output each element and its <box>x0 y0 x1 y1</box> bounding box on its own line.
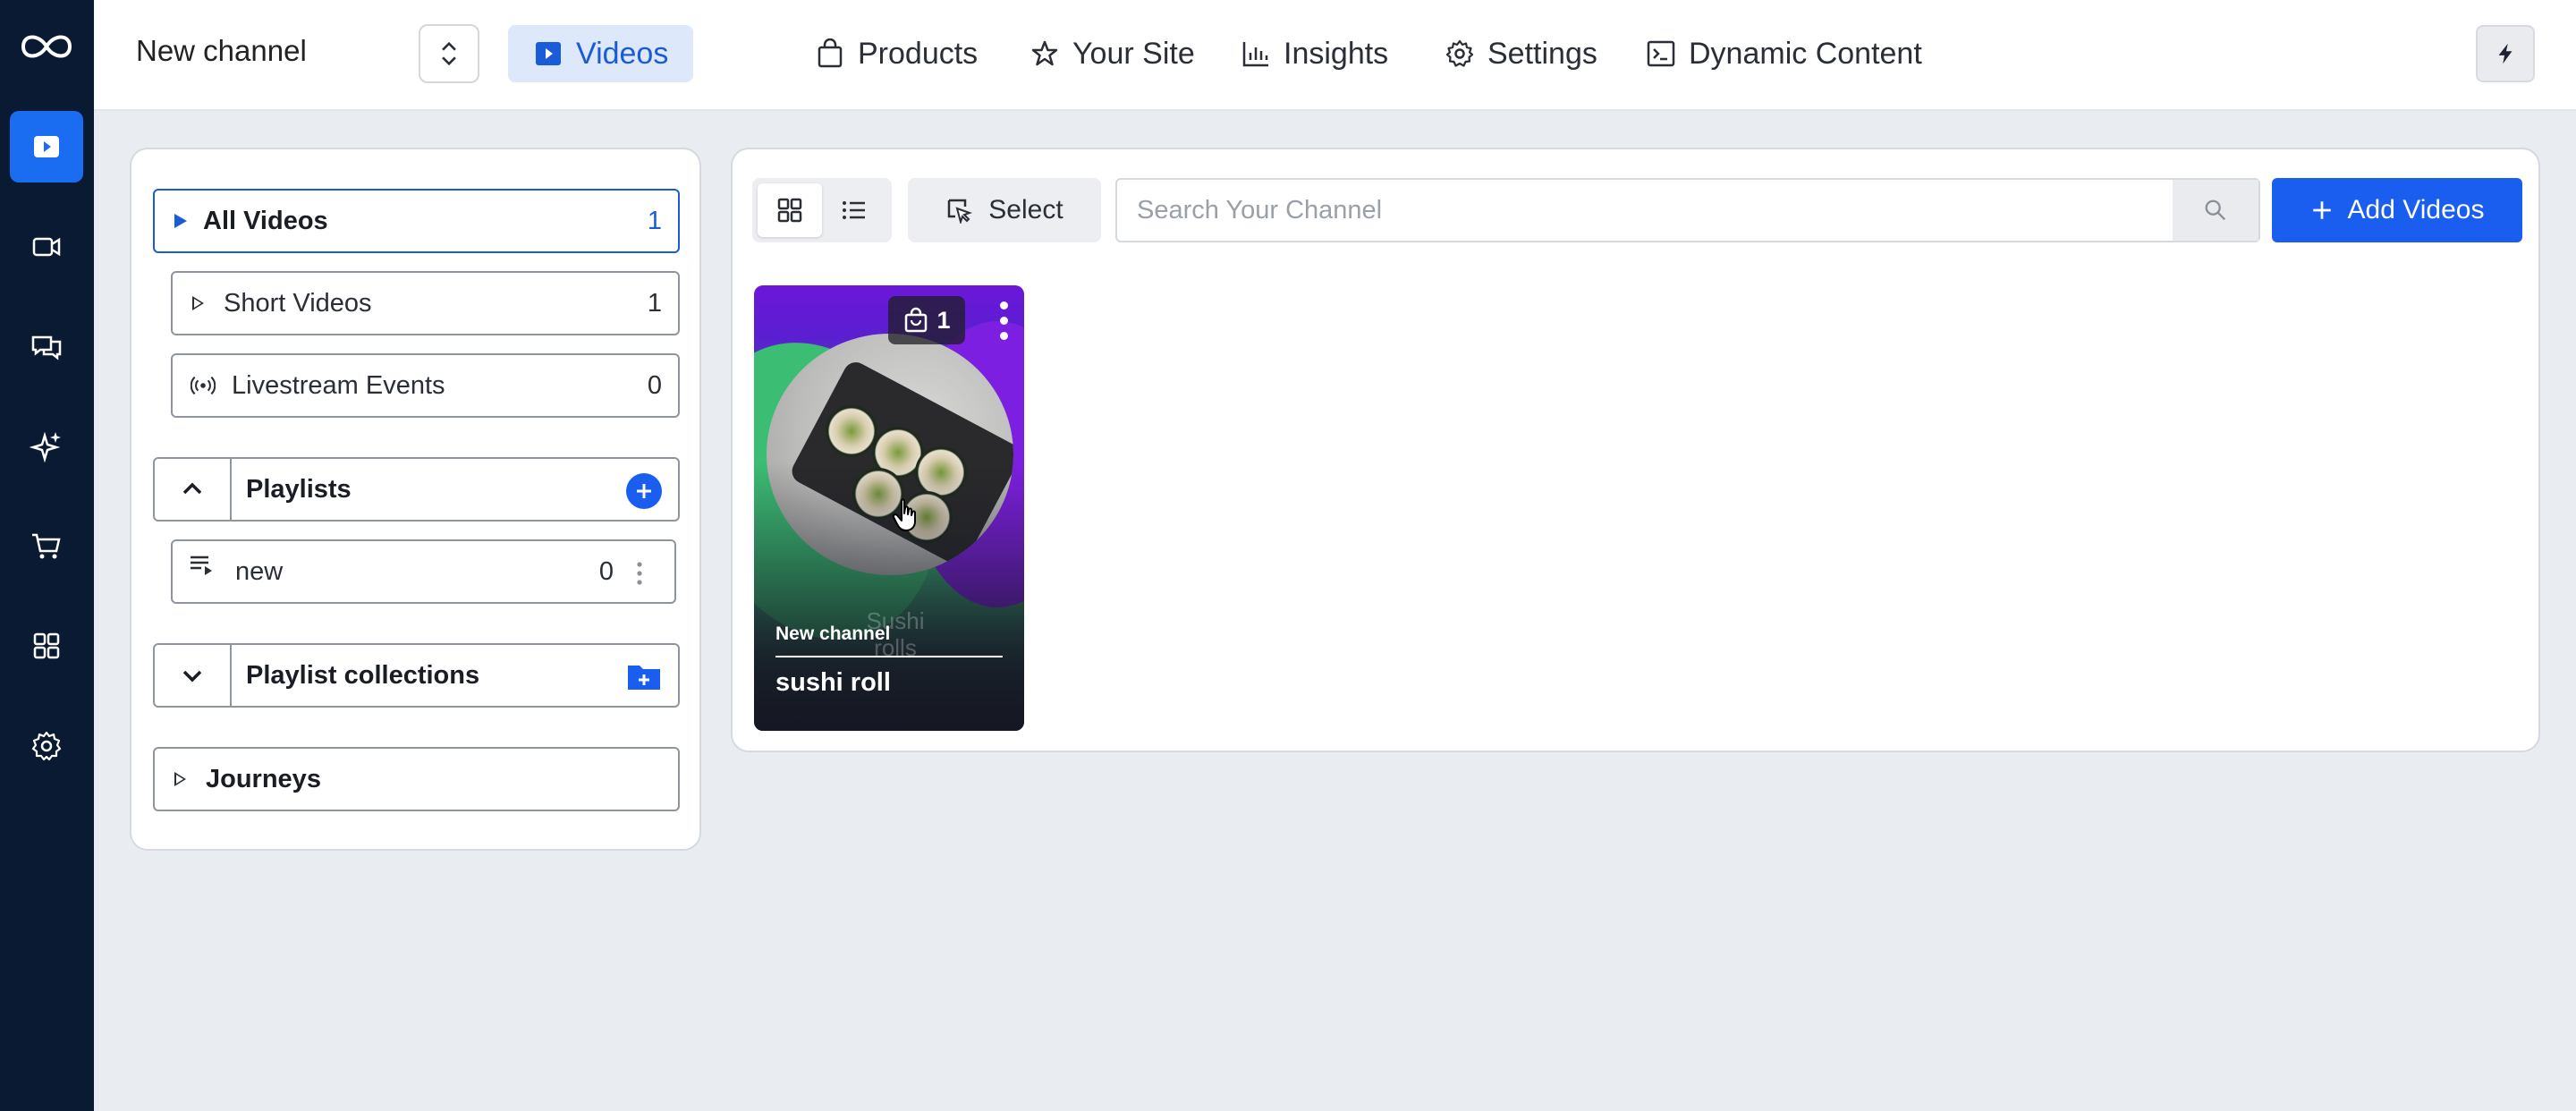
all-videos-count: 1 <box>647 206 662 235</box>
select-cursor-icon <box>948 199 973 224</box>
tab-videos[interactable]: Videos <box>508 25 694 82</box>
chat-bubbles-icon <box>31 335 62 360</box>
short-videos-count: 1 <box>647 288 662 318</box>
all-videos-item[interactable]: All Videos 1 <box>153 189 680 253</box>
rail-chat-button[interactable] <box>10 310 83 382</box>
products-badge[interactable]: 1 <box>888 296 965 344</box>
left-rail <box>0 0 94 1111</box>
channel-name: New channel <box>136 34 307 67</box>
terminal-icon <box>1647 40 1675 67</box>
rail-shop-button[interactable] <box>10 510 83 581</box>
expand-triangle-icon <box>174 214 187 228</box>
add-playlist-button[interactable] <box>626 473 662 509</box>
journeys-label: Journeys <box>206 764 321 793</box>
video-camera-icon <box>32 237 61 257</box>
rail-settings-button[interactable] <box>10 710 83 782</box>
select-button[interactable]: Select <box>908 178 1101 242</box>
apps-grid-icon <box>33 632 60 659</box>
videos-panel: Select Add Videos Sushi rolls 1 N <box>731 148 2540 752</box>
tab-videos-label: Videos <box>576 36 669 71</box>
search-icon <box>2205 199 2226 221</box>
top-bar: New channel Videos Products Your Site In… <box>94 0 2576 111</box>
playlist-more-icon[interactable] <box>637 561 642 586</box>
grid-icon <box>777 198 802 223</box>
livestream-events-count: 0 <box>647 370 662 400</box>
playlist-collections-header: Playlist collections <box>153 643 680 708</box>
rail-videos-button[interactable] <box>10 111 83 182</box>
chevron-updown-icon <box>442 41 456 66</box>
collapse-playlists-button[interactable] <box>155 459 232 520</box>
play-square-icon <box>34 136 59 157</box>
tab-settings[interactable]: Settings <box>1419 25 1623 82</box>
lightning-bolt-icon <box>2498 43 2512 64</box>
add-videos-button[interactable]: Add Videos <box>2272 178 2522 242</box>
broadcast-icon <box>191 376 216 395</box>
plus-icon <box>2312 201 2331 219</box>
search-bar <box>1115 178 2260 242</box>
short-videos-item[interactable]: Short Videos 1 <box>171 271 680 335</box>
expand-triangle-icon <box>192 296 204 310</box>
video-title: sushi roll <box>775 668 891 697</box>
shopping-bag-icon <box>905 307 928 333</box>
bar-chart-icon <box>1242 42 1268 67</box>
expand-collections-button[interactable] <box>155 645 232 706</box>
playlist-item-label: new <box>235 556 284 586</box>
grid-view-button[interactable] <box>758 183 822 237</box>
playlist-collections-label: Playlist collections <box>246 660 480 690</box>
rail-ai-button[interactable] <box>10 411 83 482</box>
video-channel-name: New channel <box>775 623 891 644</box>
tab-dynamic-content[interactable]: Dynamic Content <box>1621 25 1947 82</box>
expand-triangle-icon <box>174 772 186 786</box>
play-square-icon <box>536 42 561 65</box>
livestream-events-item[interactable]: Livestream Events 0 <box>171 353 680 418</box>
chevron-up-icon <box>182 482 202 495</box>
playlist-item[interactable]: new 0 <box>171 539 676 604</box>
hand-cursor-icon <box>892 498 916 531</box>
chevron-down-icon <box>182 670 202 683</box>
select-label: Select <box>988 195 1063 225</box>
search-input[interactable] <box>1117 180 2173 241</box>
all-videos-label: All Videos <box>203 206 328 235</box>
livestream-events-label: Livestream Events <box>232 370 445 400</box>
search-button[interactable] <box>2173 180 2258 241</box>
infinity-logo-icon[interactable] <box>18 25 75 68</box>
tab-dynamic-content-label: Dynamic Content <box>1689 36 1922 71</box>
playlist-item-count: 0 <box>598 556 614 586</box>
view-toggle <box>752 178 892 242</box>
folder-plus-icon <box>628 666 660 690</box>
gear-icon <box>31 731 62 761</box>
tab-settings-label: Settings <box>1487 36 1597 71</box>
products-count: 1 <box>936 306 951 334</box>
quick-actions-button[interactable] <box>2476 25 2535 82</box>
playlists-header: Playlists <box>153 457 680 522</box>
tab-insights[interactable]: Insights <box>1216 25 1413 82</box>
list-view-button[interactable] <box>822 183 886 237</box>
video-more-icon[interactable] <box>997 300 1010 343</box>
playlist-icon <box>191 556 212 575</box>
tab-products[interactable]: Products <box>790 25 1003 82</box>
rail-live-button[interactable] <box>10 211 83 283</box>
sparkle-icon <box>29 431 61 463</box>
add-collection-button[interactable] <box>626 661 662 696</box>
star-icon <box>1031 40 1058 66</box>
rail-apps-button[interactable] <box>10 610 83 682</box>
library-panel: All Videos 1 Short Videos 1 Livestream E… <box>130 148 701 851</box>
list-icon <box>843 201 865 219</box>
tab-insights-label: Insights <box>1284 36 1389 71</box>
tab-your-site[interactable]: Your Site <box>1004 25 1220 82</box>
playlists-label: Playlists <box>246 474 352 504</box>
short-videos-label: Short Videos <box>224 288 372 318</box>
journeys-item[interactable]: Journeys <box>153 747 680 811</box>
add-videos-label: Add Videos <box>2347 195 2485 225</box>
cart-icon <box>32 533 61 559</box>
video-card[interactable]: Sushi rolls 1 New channel sushi roll <box>754 285 1024 731</box>
tab-your-site-label: Your Site <box>1072 36 1195 71</box>
gear-icon <box>1445 39 1474 67</box>
bag-icon <box>818 38 843 68</box>
plus-icon <box>637 484 651 498</box>
channel-switcher-button[interactable] <box>419 24 479 83</box>
tab-products-label: Products <box>858 36 979 71</box>
